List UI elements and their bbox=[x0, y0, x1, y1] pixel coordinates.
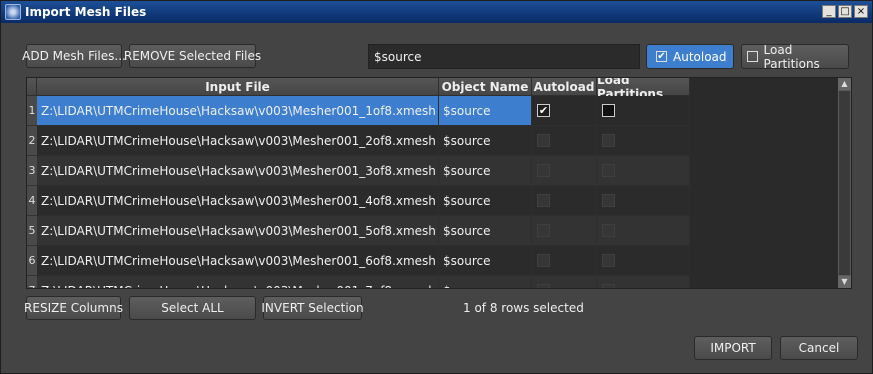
remove-selected-files-button[interactable]: REMOVE Selected Files bbox=[124, 44, 261, 68]
autoload-row-checkbox[interactable]: ✔ bbox=[537, 104, 550, 117]
cell-object-name[interactable]: $source bbox=[439, 126, 532, 156]
cell-object-name[interactable]: $source bbox=[439, 246, 532, 276]
cell-autoload[interactable] bbox=[532, 276, 597, 288]
row-number[interactable]: 1 bbox=[27, 96, 37, 126]
load-partitions-toggle[interactable]: Load Partitions bbox=[741, 42, 849, 71]
cell-input-file[interactable]: Z:\LIDAR\UTMCrimeHouse\Hacksaw\v003\Mesh… bbox=[37, 96, 439, 126]
cancel-button[interactable]: Cancel bbox=[780, 336, 858, 360]
row-number[interactable]: 7 bbox=[27, 276, 37, 288]
cell-load-partitions[interactable] bbox=[597, 246, 690, 276]
cell-input-file[interactable]: Z:\LIDAR\UTMCrimeHouse\Hacksaw\v003\Mesh… bbox=[37, 156, 439, 186]
cell-load-partitions[interactable] bbox=[597, 126, 690, 156]
autoload-checkbox-icon: ✔ bbox=[656, 51, 667, 62]
maximize-icon[interactable]: □ bbox=[838, 5, 852, 18]
load-partitions-row-checkbox[interactable] bbox=[602, 254, 615, 267]
scroll-down-icon[interactable]: ▼ bbox=[838, 276, 851, 288]
cell-load-partitions[interactable] bbox=[597, 156, 690, 186]
cell-autoload[interactable] bbox=[532, 216, 597, 246]
autoload-row-checkbox[interactable] bbox=[537, 164, 550, 177]
row-number[interactable]: 5 bbox=[27, 216, 37, 246]
load-partitions-row-checkbox[interactable] bbox=[602, 164, 615, 177]
cell-object-name[interactable]: $source bbox=[439, 216, 532, 246]
window-title: Import Mesh Files bbox=[25, 5, 147, 19]
resize-columns-button[interactable]: RESIZE Columns bbox=[24, 296, 123, 320]
cell-autoload[interactable]: ✔ bbox=[532, 96, 597, 126]
select-all-button[interactable]: Select ALL bbox=[129, 296, 256, 320]
cell-load-partitions[interactable] bbox=[597, 276, 690, 288]
load-partitions-row-checkbox[interactable] bbox=[602, 134, 615, 147]
cell-autoload[interactable] bbox=[532, 246, 597, 276]
load-partitions-checkbox-icon bbox=[747, 51, 758, 62]
cell-object-name[interactable]: $source bbox=[439, 156, 532, 186]
autoload-label: Autoload bbox=[673, 49, 727, 64]
invert-selection-button[interactable]: INVERT Selection bbox=[261, 296, 364, 320]
title-bar[interactable]: Import Mesh Files _ □ × bbox=[1, 1, 872, 23]
row-number[interactable]: 6 bbox=[27, 246, 37, 276]
scrollbar-track[interactable] bbox=[839, 91, 850, 275]
scroll-up-icon[interactable]: ▲ bbox=[838, 78, 851, 90]
row-number[interactable]: 2 bbox=[27, 126, 37, 156]
load-partitions-row-checkbox[interactable] bbox=[602, 194, 615, 207]
app-icon bbox=[5, 4, 21, 20]
column-header-input-file[interactable]: Input File bbox=[37, 78, 439, 96]
autoload-toggle[interactable]: ✔ Autoload bbox=[646, 44, 734, 69]
close-icon[interactable]: × bbox=[854, 5, 868, 18]
load-partitions-row-checkbox[interactable] bbox=[602, 284, 615, 288]
mesh-files-table: Input File Object Name Autoload Load Par… bbox=[26, 77, 852, 289]
autoload-row-checkbox[interactable] bbox=[537, 254, 550, 267]
column-header-autoload[interactable]: Autoload bbox=[532, 78, 597, 96]
cell-input-file[interactable]: Z:\LIDAR\UTMCrimeHouse\Hacksaw\v003\Mesh… bbox=[37, 126, 439, 156]
row-number[interactable]: 4 bbox=[27, 186, 37, 216]
cell-autoload[interactable] bbox=[532, 126, 597, 156]
cell-autoload[interactable] bbox=[532, 156, 597, 186]
selection-status: 1 of 8 rows selected bbox=[463, 301, 584, 315]
cell-autoload[interactable] bbox=[532, 186, 597, 216]
autoload-row-checkbox[interactable] bbox=[537, 194, 550, 207]
cell-object-name[interactable]: $source bbox=[439, 96, 532, 126]
cell-load-partitions[interactable] bbox=[597, 96, 690, 126]
column-header-load-partitions[interactable]: Load Partitions bbox=[597, 78, 690, 101]
cell-load-partitions[interactable] bbox=[597, 216, 690, 246]
load-partitions-row-checkbox[interactable] bbox=[602, 224, 615, 237]
column-header-object-name[interactable]: Object Name bbox=[439, 78, 532, 96]
add-mesh-files-button[interactable]: ADD Mesh Files... bbox=[22, 44, 126, 68]
vertical-scrollbar[interactable]: ▲ ▼ bbox=[838, 78, 851, 288]
import-button[interactable]: IMPORT bbox=[694, 336, 772, 360]
cell-object-name[interactable]: $source bbox=[439, 276, 532, 288]
autoload-row-checkbox[interactable] bbox=[537, 224, 550, 237]
source-input[interactable]: $source bbox=[368, 44, 640, 69]
corner-header bbox=[27, 78, 37, 96]
import-mesh-files-dialog: Import Mesh Files _ □ × ADD Mesh Files..… bbox=[0, 0, 873, 374]
cell-input-file[interactable]: Z:\LIDAR\UTMCrimeHouse\Hacksaw\v003\Mesh… bbox=[37, 216, 439, 246]
load-partitions-row-checkbox[interactable] bbox=[602, 104, 615, 117]
minimize-icon[interactable]: _ bbox=[822, 5, 836, 18]
cell-object-name[interactable]: $source bbox=[439, 186, 532, 216]
cell-load-partitions[interactable] bbox=[597, 186, 690, 216]
cell-input-file[interactable]: Z:\LIDAR\UTMCrimeHouse\Hacksaw\v003\Mesh… bbox=[37, 276, 439, 288]
cell-input-file[interactable]: Z:\LIDAR\UTMCrimeHouse\Hacksaw\v003\Mesh… bbox=[37, 246, 439, 276]
load-partitions-label: Load Partitions bbox=[763, 42, 820, 71]
autoload-row-checkbox[interactable] bbox=[537, 134, 550, 147]
cell-input-file[interactable]: Z:\LIDAR\UTMCrimeHouse\Hacksaw\v003\Mesh… bbox=[37, 186, 439, 216]
row-number[interactable]: 3 bbox=[27, 156, 37, 186]
autoload-row-checkbox[interactable] bbox=[537, 284, 550, 288]
